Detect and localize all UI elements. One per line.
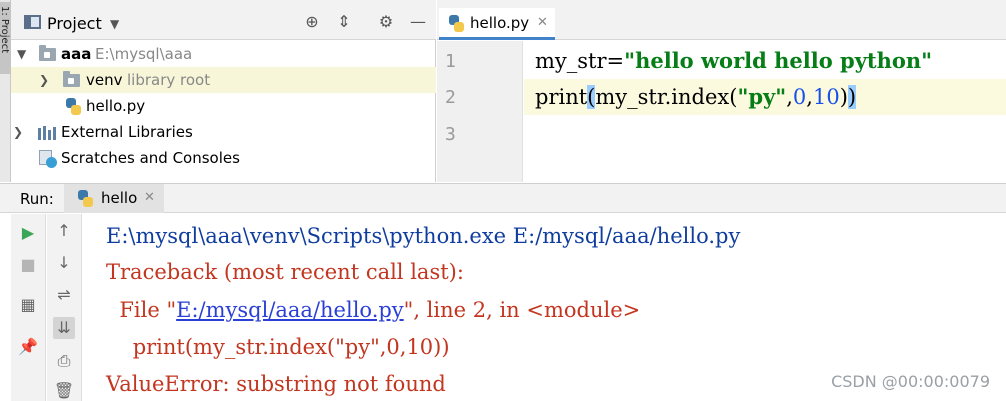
code-paren-close: ) — [839, 85, 848, 109]
folder-icon — [63, 71, 80, 87]
code-string: "hello world hello python" — [624, 48, 933, 73]
console-line-code: print(my_str.index("py",0,10)) — [106, 335, 450, 359]
editor-tab-bar: hello.py ✕ — [437, 0, 1006, 40]
run-toolbar-primary: ▶ ■ ▦ 📌 — [11, 214, 46, 401]
code-number: 0 — [792, 85, 807, 109]
console-line-file: File "E:/mysql/aaa/hello.py", line 2, in… — [106, 298, 640, 322]
locate-icon[interactable]: ⊕ — [303, 13, 321, 31]
scratches-icon — [39, 150, 57, 168]
minimize-icon[interactable]: — — [409, 13, 427, 31]
console-line-traceback: Traceback (most recent call last): — [106, 260, 464, 284]
watermark: CSDN @00:00:0079 — [831, 372, 990, 391]
pin-icon[interactable]: 📌 — [17, 336, 39, 358]
close-icon[interactable]: ✕ — [537, 15, 548, 30]
code-variable: my_str= — [535, 49, 625, 73]
print-icon[interactable]: ⎙ — [53, 350, 75, 372]
code-line-1[interactable]: my_str="hello world hello python" — [524, 43, 1006, 79]
collapse-all-icon[interactable]: ⇕ — [335, 13, 353, 31]
tree-file-name: hello.py — [86, 97, 146, 115]
python-file-icon — [66, 98, 81, 115]
arrow-up-icon[interactable]: ↑ — [53, 220, 75, 242]
python-file-icon — [449, 15, 464, 32]
code-comma: , — [806, 85, 813, 109]
run-icon[interactable]: ▶ — [17, 222, 39, 244]
arrow-down-icon[interactable]: ↓ — [53, 252, 75, 274]
line-number: 1 — [445, 51, 456, 72]
library-icon — [38, 126, 56, 140]
console-file-prefix: File " — [106, 298, 177, 322]
project-window-icon — [24, 15, 41, 29]
gear-icon[interactable]: ⚙ — [377, 13, 395, 31]
trash-icon[interactable]: 🗑 — [53, 380, 75, 401]
code-line-2[interactable]: print(my_str.index("py",0,10)) — [524, 79, 1006, 115]
tree-item-external-libraries[interactable]: ❯ External Libraries — [11, 119, 436, 145]
editor-tab-hello-py[interactable]: hello.py ✕ — [439, 8, 555, 40]
code-call: print — [535, 85, 588, 109]
left-tool-strip: 1: Project — [0, 0, 11, 182]
python-file-icon — [78, 190, 93, 207]
run-label: Run: — [20, 190, 54, 208]
chevron-down-icon[interactable]: ▼ — [17, 41, 26, 67]
tree-venv-name: venv — [86, 71, 123, 89]
tree-venv-hint: library root — [127, 71, 211, 89]
tree-external-libraries-label: External Libraries — [61, 123, 193, 141]
code-method: my_str.index( — [595, 85, 738, 109]
project-panel: Project ▼ ⊕ ⇕ ⚙ — ▼ aaa E:\mysql\aaa ❯ v… — [11, 0, 436, 182]
layout-icon[interactable]: ▦ — [17, 294, 39, 316]
project-tool-tab[interactable]: 1: Project — [0, 2, 11, 74]
project-panel-title[interactable]: Project — [47, 14, 102, 33]
tree-item-scratches[interactable]: Scratches and Consoles — [11, 145, 436, 171]
code-line-3[interactable] — [524, 115, 1006, 151]
code-paren-close-outer: ) — [847, 85, 857, 109]
chevron-right-icon[interactable]: ❯ — [13, 119, 23, 145]
console-line-command: E:\mysql\aaa\venv\Scripts\python.exe E:/… — [106, 224, 741, 248]
run-tab-hello[interactable]: hello ✕ — [64, 184, 164, 213]
tree-root-path: E:\mysql\aaa — [95, 45, 193, 63]
close-icon[interactable]: ✕ — [144, 190, 155, 205]
chevron-right-icon[interactable]: ❯ — [39, 67, 49, 93]
console-file-suffix: ", line 2, in <module> — [403, 298, 641, 322]
console-file-link[interactable]: E:/mysql/aaa/hello.py — [176, 298, 404, 322]
editor-gutter: 1 2 3 — [437, 41, 523, 182]
scroll-to-end-icon[interactable]: ⇊ — [53, 317, 75, 339]
project-tool-tab-label: 1: Project — [0, 6, 10, 54]
tree-scratches-label: Scratches and Consoles — [61, 149, 240, 167]
chevron-down-icon[interactable]: ▼ — [110, 17, 119, 31]
tree-item-root[interactable]: ▼ aaa E:\mysql\aaa — [11, 41, 436, 67]
folder-icon — [39, 45, 56, 61]
editor-panel: hello.py ✕ 1 2 3 my_str="hello world hel… — [437, 0, 1006, 182]
tree-item-hello-py[interactable]: hello.py — [11, 93, 436, 119]
tree-root-name: aaa — [61, 45, 92, 63]
line-number: 3 — [445, 124, 456, 145]
tree-item-venv[interactable]: ❯ venv library root — [11, 67, 436, 93]
run-toolbar-secondary: ↑ ↓ ⇌ ⇊ ⎙ 🗑 — [47, 214, 82, 401]
code-number: 10 — [812, 85, 840, 109]
editor-tab-label: hello.py — [470, 14, 530, 32]
project-panel-header: Project ▼ ⊕ ⇕ ⚙ — — [11, 0, 436, 40]
run-tab-label: hello — [101, 189, 138, 207]
stop-icon[interactable]: ■ — [17, 254, 39, 276]
soft-wrap-icon[interactable]: ⇌ — [53, 284, 75, 306]
line-number: 2 — [445, 87, 456, 108]
run-tool-bar: Run: hello ✕ — [0, 183, 1006, 213]
code-comma: , — [786, 85, 793, 109]
console-line-error: ValueError: substring not found — [106, 372, 446, 396]
code-string: "py" — [737, 84, 787, 109]
